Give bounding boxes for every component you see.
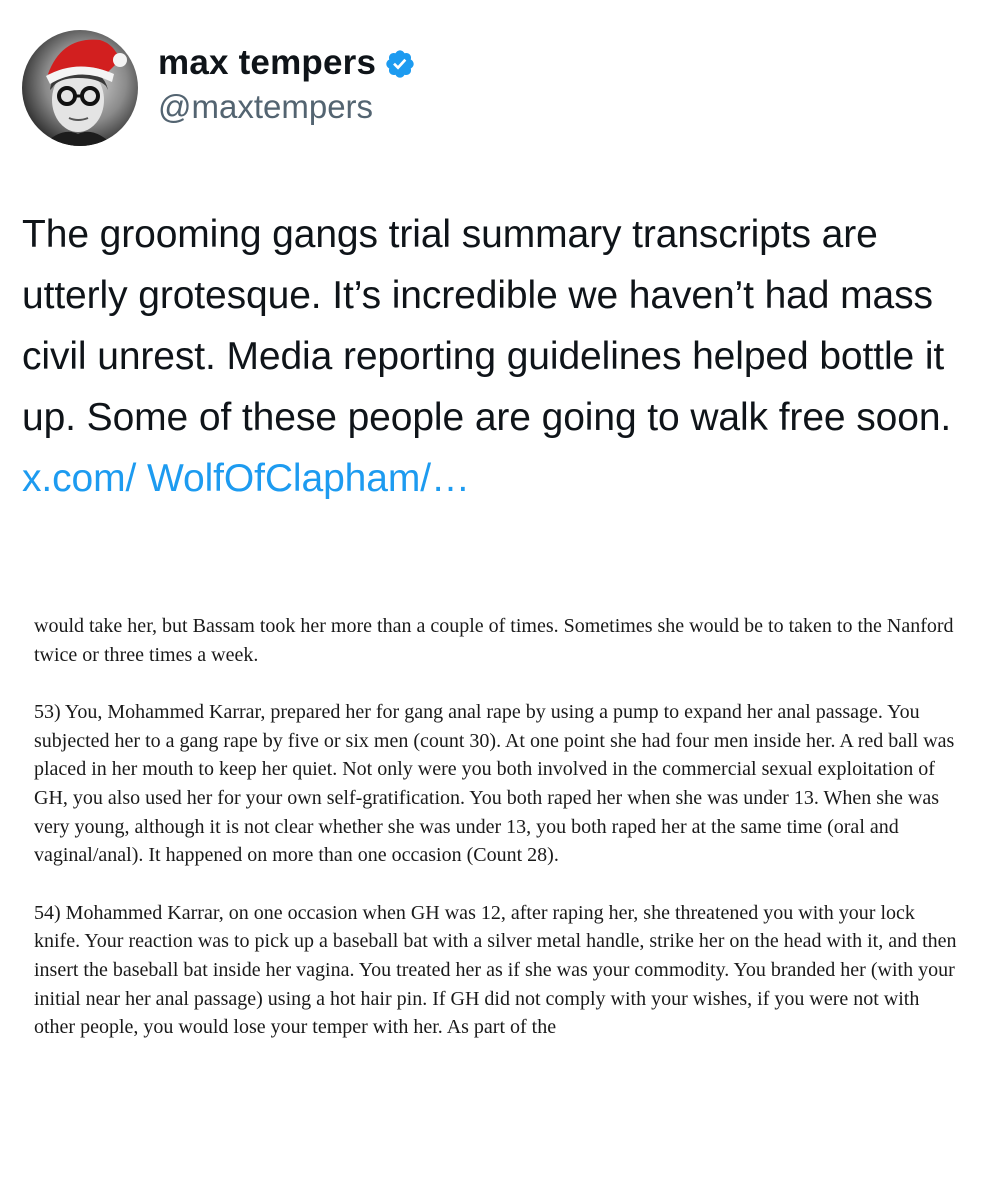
avatar[interactable] <box>22 30 138 146</box>
display-name-row: max tempers <box>158 41 416 85</box>
tweet-body: The grooming gangs trial summary transcr… <box>22 213 952 439</box>
document-paragraph: would take her, but Bassam took her more… <box>34 615 954 666</box>
document-text: would take her, but Bassam took her more… <box>34 612 964 1042</box>
document-paragraph: 54) Mohammed Karrar, on one occasion whe… <box>34 901 957 1039</box>
tweet-header: max tempers @maxtempers <box>22 30 416 146</box>
avatar-image <box>42 39 127 146</box>
attached-document-image[interactable]: would take her, but Bassam took her more… <box>0 596 996 1200</box>
tweet-text: The grooming gangs trial summary transcr… <box>22 204 982 509</box>
document-paragraph: 53) You, Mohammed Karrar, prepared her f… <box>34 701 955 867</box>
handle[interactable]: @maxtempers <box>158 85 416 129</box>
tweet-link[interactable]: x.com/ WolfOfClapham/… <box>22 457 470 500</box>
display-name[interactable]: max tempers <box>158 41 376 85</box>
verified-badge-icon[interactable] <box>384 48 416 80</box>
author-names: max tempers @maxtempers <box>158 41 416 129</box>
